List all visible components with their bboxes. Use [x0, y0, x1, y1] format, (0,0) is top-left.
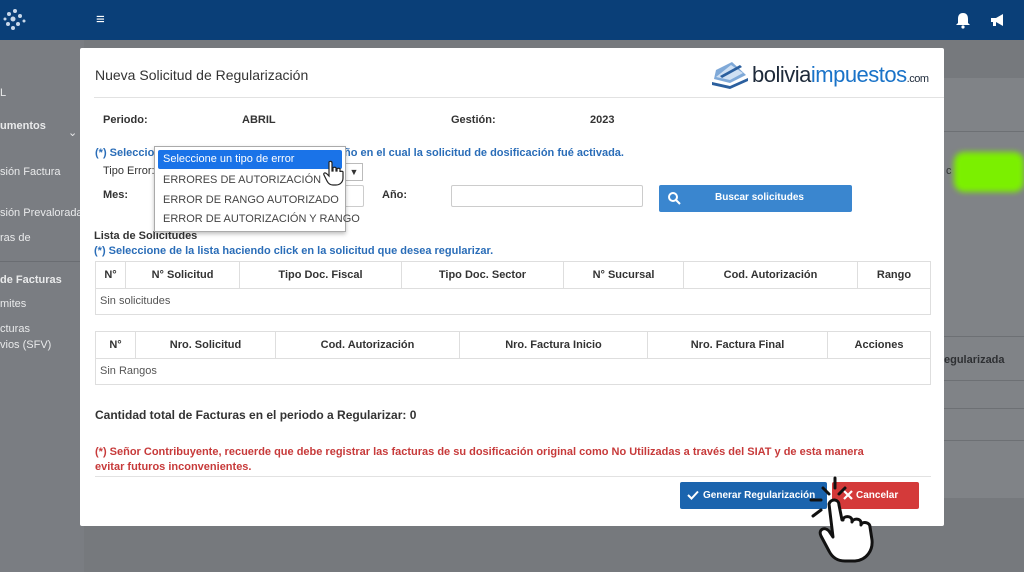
table-header-divider [96, 288, 930, 289]
table-header: Cod. Autorización [684, 262, 858, 288]
sidebar: L umentos ⌄ sión Factura sión Prevalorad… [0, 40, 84, 572]
table-header-divider [96, 358, 930, 359]
selection-note-start: (*) Seleccion [95, 147, 162, 159]
gestion-value: 2023 [590, 114, 615, 126]
hamburger-icon[interactable]: ≡ [96, 12, 110, 28]
table-header: Acciones [854, 339, 904, 351]
bell-icon[interactable] [954, 10, 972, 30]
table-header: Tipo Doc. Sector [402, 262, 564, 288]
table-header: Nro. Factura Final [648, 332, 828, 358]
background-divider [940, 408, 1024, 409]
selection-note-end: ño en el cual la solicitud de dosificaci… [344, 147, 624, 159]
tipo-error-dropdown-toggle[interactable]: ▼ [345, 163, 363, 181]
total-invoices-label: Cantidad total de Facturas en el periodo… [95, 408, 417, 422]
table-empty-message: Sin Rangos [100, 365, 157, 377]
tipo-error-label: Tipo Error: [103, 165, 155, 177]
megaphone-icon[interactable] [988, 10, 1008, 30]
modal-header-divider [94, 97, 944, 98]
brand-logo: boliviaimpuestos.com [710, 56, 932, 92]
table-header: Rango [876, 269, 912, 281]
search-requests-button[interactable]: Buscar solicitudes [659, 185, 852, 212]
sidebar-divider [0, 261, 84, 262]
dropdown-option[interactable]: Seleccione un tipo de error [158, 150, 342, 169]
background-divider [940, 131, 1024, 132]
table-header: N° [96, 332, 136, 358]
background-panel [940, 78, 1024, 498]
sidebar-item[interactable]: umentos [0, 120, 46, 132]
table-header: Cod. Autorización [276, 332, 460, 358]
redacted-blob [954, 152, 1024, 192]
contributor-warning: (*) Señor Contribuyente, recuerde que de… [95, 446, 864, 473]
table-header: N° Sucursal [564, 262, 684, 288]
gestion-label: Gestión: [451, 114, 496, 126]
brand-book-icon [712, 62, 748, 89]
hand-pointer-icon [809, 476, 874, 563]
brand-part1: bolivia [752, 62, 811, 87]
check-icon [687, 490, 699, 500]
dropdown-option[interactable]: ERRORES DE AUTORIZACIÓN [155, 171, 345, 190]
sidebar-item[interactable]: vios (SFV) [0, 339, 51, 351]
sidebar-item[interactable]: de Facturas [0, 274, 62, 286]
dropdown-option[interactable]: ERROR DE RANGO AUTORIZADO [155, 191, 345, 210]
sidebar-item[interactable]: cturas [0, 323, 30, 335]
mes-input[interactable] [344, 185, 364, 207]
sidebar-item[interactable]: ras de [0, 232, 31, 244]
sidebar-item[interactable]: mites [0, 298, 26, 310]
table-header: N° [96, 262, 126, 288]
tipo-error-dropdown-list: Seleccione un tipo de error ERRORES DE A… [154, 146, 360, 232]
requests-table: N° N° Solicitud Tipo Doc. Fiscal Tipo Do… [95, 261, 931, 315]
dropdown-option[interactable]: ERROR DE AUTORIZACIÓN Y RANGO [155, 210, 360, 229]
brand-suffix: .com [906, 73, 929, 85]
periodo-value: ABRIL [242, 114, 276, 126]
search-button-label: Buscar solicitudes [715, 192, 804, 203]
app-logo-icon [3, 9, 26, 30]
sidebar-item[interactable]: L [0, 87, 6, 99]
hand-pointer-icon [323, 160, 344, 186]
background-column-header: egularizada [944, 354, 1005, 366]
table-header: Tipo Doc. Fiscal [240, 262, 402, 288]
table-header: Nro. Factura Inicio [460, 332, 648, 358]
brand-wordmark: boliviaimpuestos.com [752, 62, 929, 88]
background-text: c [946, 165, 952, 177]
background-divider [940, 440, 1024, 441]
regularization-modal: Nueva Solicitud de Regularización bolivi… [80, 48, 944, 526]
modal-title: Nueva Solicitud de Regularización [95, 67, 309, 83]
mes-label: Mes: [103, 189, 129, 201]
sidebar-item[interactable]: sión Factura [0, 166, 61, 178]
top-navbar: ≡ [0, 0, 1024, 40]
brand-part2: impuestos [810, 62, 907, 87]
anio-label: Año: [382, 189, 408, 201]
request-list-note: (*) Seleccione de la lista haciendo clic… [94, 245, 494, 257]
table-empty-message: Sin solicitudes [100, 295, 171, 307]
background-divider [940, 336, 1024, 337]
periodo-label: Periodo: [103, 114, 148, 126]
chevron-down-icon[interactable]: ⌄ [68, 126, 77, 139]
table-header: N° Solicitud [126, 262, 240, 288]
anio-input[interactable] [451, 185, 643, 207]
table-header: Nro. Solicitud [136, 332, 276, 358]
ranges-table: N° Nro. Solicitud Cod. Autorización Nro.… [95, 331, 931, 385]
background-divider [940, 380, 1024, 381]
sidebar-item[interactable]: sión Prevalorada [0, 207, 83, 219]
